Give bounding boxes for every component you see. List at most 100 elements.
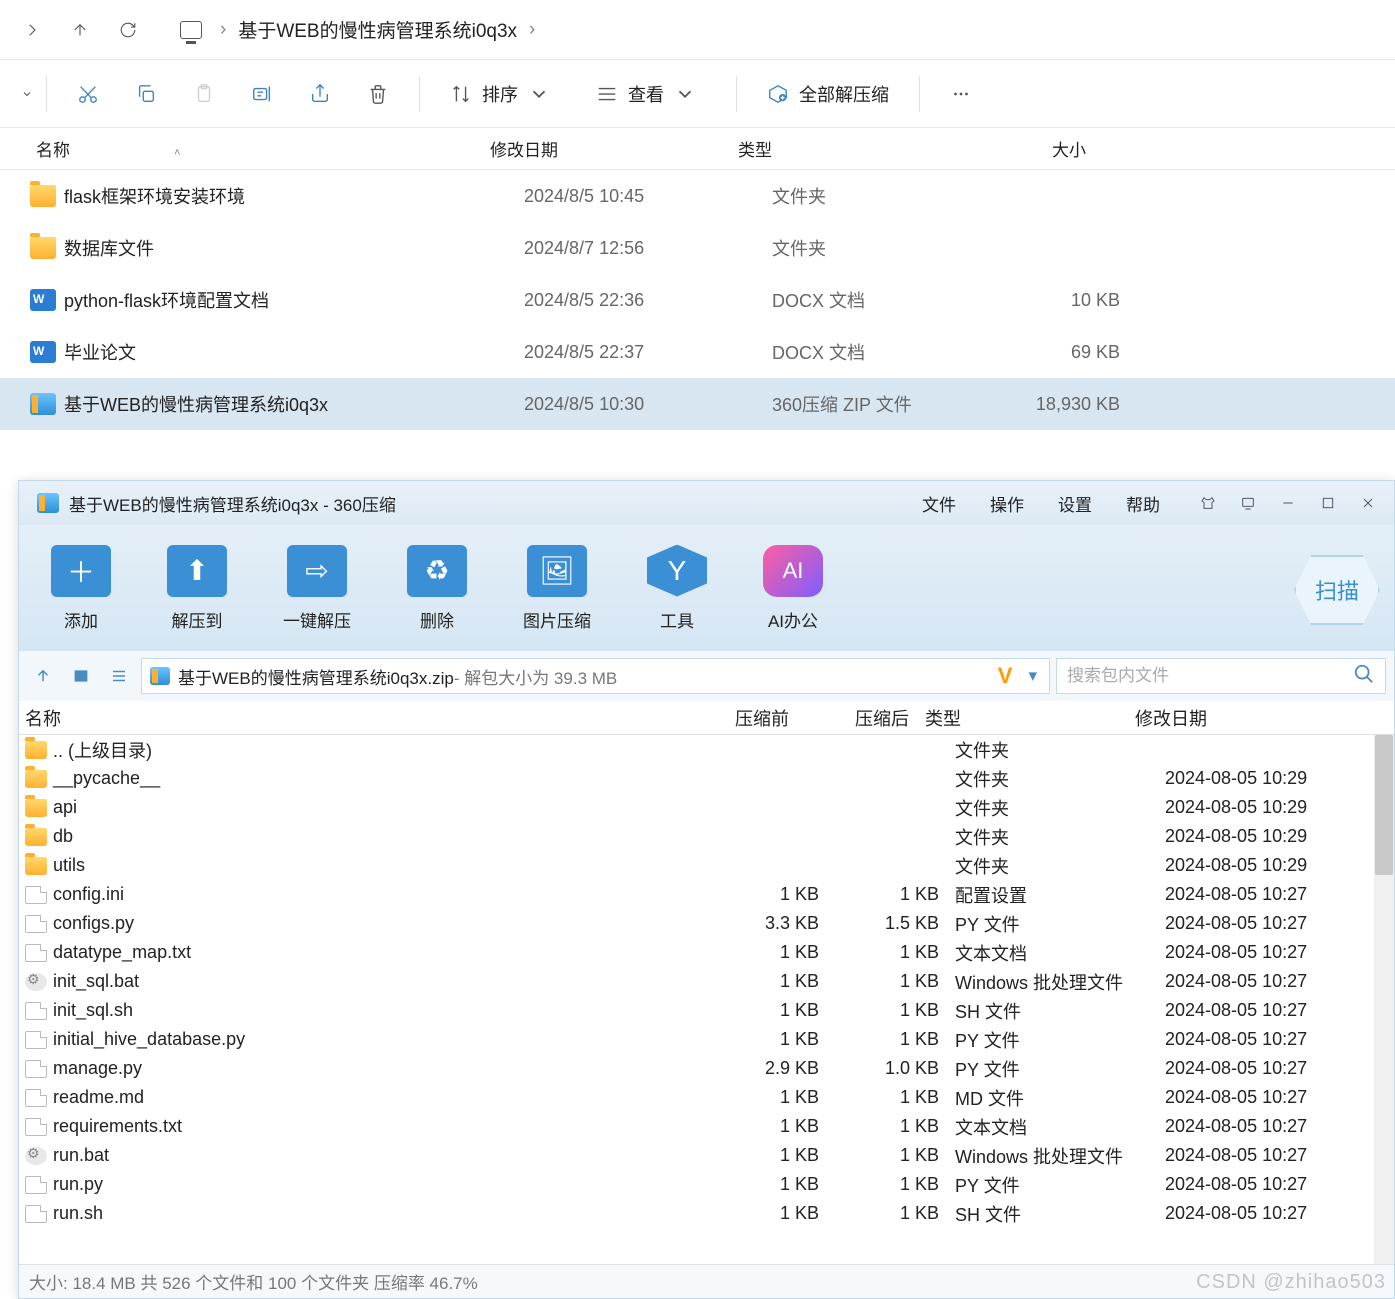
sort-dropdown[interactable]: 排序 xyxy=(432,71,578,117)
breadcrumb[interactable]: › 基于WEB的慢性病管理系统i0q3x › xyxy=(152,16,547,43)
archive-row[interactable]: requirements.txt 1 KB 1 KB 文本文档 2024-08-… xyxy=(19,1112,1394,1141)
search-icon[interactable] xyxy=(1353,663,1375,690)
explorer-row[interactable]: python-flask环境配置文档 2024/8/5 22:36 DOCX 文… xyxy=(0,274,1395,326)
archive-app-icon xyxy=(37,493,59,513)
archive-titlebar[interactable]: 基于WEB的慢性病管理系统i0q3x - 360压缩 文件 操作 设置 帮助 xyxy=(19,481,1394,525)
ai-office-button[interactable]: AIAI办公 xyxy=(763,545,823,632)
scrollbar-thumb[interactable] xyxy=(1375,735,1393,875)
file-icon xyxy=(25,1089,47,1107)
folder-icon xyxy=(25,857,47,875)
archive-window: 基于WEB的慢性病管理系统i0q3x - 360压缩 文件 操作 设置 帮助 ＋… xyxy=(18,480,1395,1299)
nav-up-button[interactable] xyxy=(27,660,59,692)
archive-row[interactable]: run.sh 1 KB 1 KB SH 文件 2024-08-05 10:27 xyxy=(19,1199,1394,1228)
menu-help[interactable]: 帮助 xyxy=(1126,491,1160,516)
close-button[interactable] xyxy=(1350,489,1386,517)
add-button[interactable]: ＋添加 xyxy=(51,545,111,632)
view-dropdown[interactable]: 查看 xyxy=(578,71,724,117)
zip-icon xyxy=(150,667,170,685)
folder-icon xyxy=(25,741,47,759)
archive-row[interactable]: init_sql.sh 1 KB 1 KB SH 文件 2024-08-05 1… xyxy=(19,996,1394,1025)
extract-to-button[interactable]: ⬆解压到 xyxy=(167,545,227,632)
archive-row[interactable]: run.py 1 KB 1 KB PY 文件 2024-08-05 10:27 xyxy=(19,1170,1394,1199)
archive-row[interactable]: .. (上级目录) 文件夹 xyxy=(19,735,1394,764)
archive-row[interactable]: configs.py 3.3 KB 1.5 KB PY 文件 2024-08-0… xyxy=(19,909,1394,938)
file-icon xyxy=(25,915,47,933)
search-input[interactable] xyxy=(1067,666,1353,686)
v-badge-icon: V xyxy=(982,663,1029,689)
refresh-button[interactable] xyxy=(104,9,152,51)
path-input[interactable]: 基于WEB的慢性病管理系统i0q3x.zip - 解包大小为 39.3 MB V… xyxy=(141,658,1050,694)
menu-file[interactable]: 文件 xyxy=(922,491,956,516)
menu-settings[interactable]: 设置 xyxy=(1058,491,1092,516)
folder-icon xyxy=(25,828,47,846)
explorer-row[interactable]: 数据库文件 2024/8/7 12:56 文件夹 xyxy=(0,222,1395,274)
archive-row[interactable]: readme.md 1 KB 1 KB MD 文件 2024-08-05 10:… xyxy=(19,1083,1394,1112)
scan-button[interactable]: 扫描 xyxy=(1294,555,1380,625)
archive-row[interactable]: utils 文件夹 2024-08-05 10:29 xyxy=(19,851,1394,880)
file-icon xyxy=(25,1031,47,1049)
archive-row[interactable]: run.bat 1 KB 1 KB Windows 批处理文件 2024-08-… xyxy=(19,1141,1394,1170)
extract-all-button[interactable]: 全部解压缩 xyxy=(749,71,907,117)
docx-icon xyxy=(30,341,56,363)
scrollbar[interactable] xyxy=(1374,735,1394,1264)
image-compress-button[interactable]: 🖼图片压缩 xyxy=(523,545,591,632)
zip-icon xyxy=(30,393,56,415)
skin-button[interactable] xyxy=(1190,489,1226,517)
archive-row[interactable]: initial_hive_database.py 1 KB 1 KB PY 文件… xyxy=(19,1025,1394,1054)
breadcrumb-current: 基于WEB的慢性病管理系统i0q3x xyxy=(238,16,517,43)
view-list-button[interactable] xyxy=(103,660,135,692)
search-box xyxy=(1056,658,1386,694)
archive-row[interactable]: api 文件夹 2024-08-05 10:29 xyxy=(19,793,1394,822)
sort-indicator-icon: ˄ xyxy=(174,147,180,159)
archive-title: 基于WEB的慢性病管理系统i0q3x - 360压缩 xyxy=(69,491,922,516)
one-click-extract-button[interactable]: ⇨一键解压 xyxy=(283,545,351,632)
share-button[interactable] xyxy=(291,71,349,117)
folder-icon xyxy=(30,237,56,259)
cut-button[interactable] xyxy=(59,71,117,117)
file-icon xyxy=(25,886,47,904)
archive-row[interactable]: __pycache__ 文件夹 2024-08-05 10:29 xyxy=(19,764,1394,793)
explorer-toolbar: 排序 查看 全部解压缩 xyxy=(0,60,1395,128)
copy-button[interactable] xyxy=(117,71,175,117)
explorer-row[interactable]: 基于WEB的慢性病管理系统i0q3x 2024/8/5 10:30 360压缩 … xyxy=(0,378,1395,430)
archive-row[interactable]: init_sql.bat 1 KB 1 KB Windows 批处理文件 202… xyxy=(19,967,1394,996)
feedback-button[interactable] xyxy=(1230,489,1266,517)
file-icon xyxy=(25,1176,47,1194)
view-detail-button[interactable] xyxy=(65,660,97,692)
archive-file-list: .. (上级目录) 文件夹 __pycache__ 文件夹 2024-08-05… xyxy=(19,735,1394,1264)
archive-row[interactable]: db 文件夹 2024-08-05 10:29 xyxy=(19,822,1394,851)
archive-row[interactable]: manage.py 2.9 KB 1.0 KB PY 文件 2024-08-05… xyxy=(19,1054,1394,1083)
paste-button[interactable] xyxy=(175,71,233,117)
maximize-button[interactable] xyxy=(1310,489,1346,517)
more-button[interactable] xyxy=(932,71,990,117)
rename-button[interactable] xyxy=(233,71,291,117)
delete-button[interactable]: ♻删除 xyxy=(407,545,467,632)
explorer-column-headers[interactable]: 名称˄ 修改日期 类型 大小 xyxy=(0,128,1395,170)
forward-button[interactable] xyxy=(8,9,56,51)
archive-column-headers[interactable]: 名称 压缩前 压缩后 类型 修改日期 xyxy=(19,701,1394,735)
new-dropdown[interactable] xyxy=(10,76,34,112)
chevron-down-icon[interactable]: ▾ xyxy=(1028,666,1037,686)
explorer-file-list: flask框架环境安装环境 2024/8/5 10:45 文件夹 数据库文件 2… xyxy=(0,170,1395,430)
watermark: CSDN @zhihao503 xyxy=(1196,1271,1386,1294)
archive-row[interactable]: datatype_map.txt 1 KB 1 KB 文本文档 2024-08-… xyxy=(19,938,1394,967)
archive-row[interactable]: config.ini 1 KB 1 KB 配置设置 2024-08-05 10:… xyxy=(19,880,1394,909)
minimize-button[interactable] xyxy=(1270,489,1306,517)
explorer-row[interactable]: 毕业论文 2024/8/5 22:37 DOCX 文档 69 KB xyxy=(0,326,1395,378)
chevron-right-icon: › xyxy=(529,19,535,41)
explorer-row[interactable]: flask框架环境安装环境 2024/8/5 10:45 文件夹 xyxy=(0,170,1395,222)
chevron-right-icon: › xyxy=(220,19,226,41)
gear-icon xyxy=(25,1147,47,1165)
file-icon xyxy=(25,1060,47,1078)
file-icon xyxy=(25,1002,47,1020)
gear-icon xyxy=(25,973,47,991)
archive-toolbar: ＋添加 ⬆解压到 ⇨一键解压 ♻删除 🖼图片压缩 Y工具 AIAI办公 扫描 xyxy=(19,525,1394,651)
up-button[interactable] xyxy=(56,9,104,51)
delete-button[interactable] xyxy=(349,71,407,117)
folder-icon xyxy=(25,799,47,817)
menu-operate[interactable]: 操作 xyxy=(990,491,1024,516)
tools-button[interactable]: Y工具 xyxy=(647,545,707,632)
file-icon xyxy=(25,1205,47,1223)
folder-icon xyxy=(25,770,47,788)
file-icon xyxy=(25,1118,47,1136)
